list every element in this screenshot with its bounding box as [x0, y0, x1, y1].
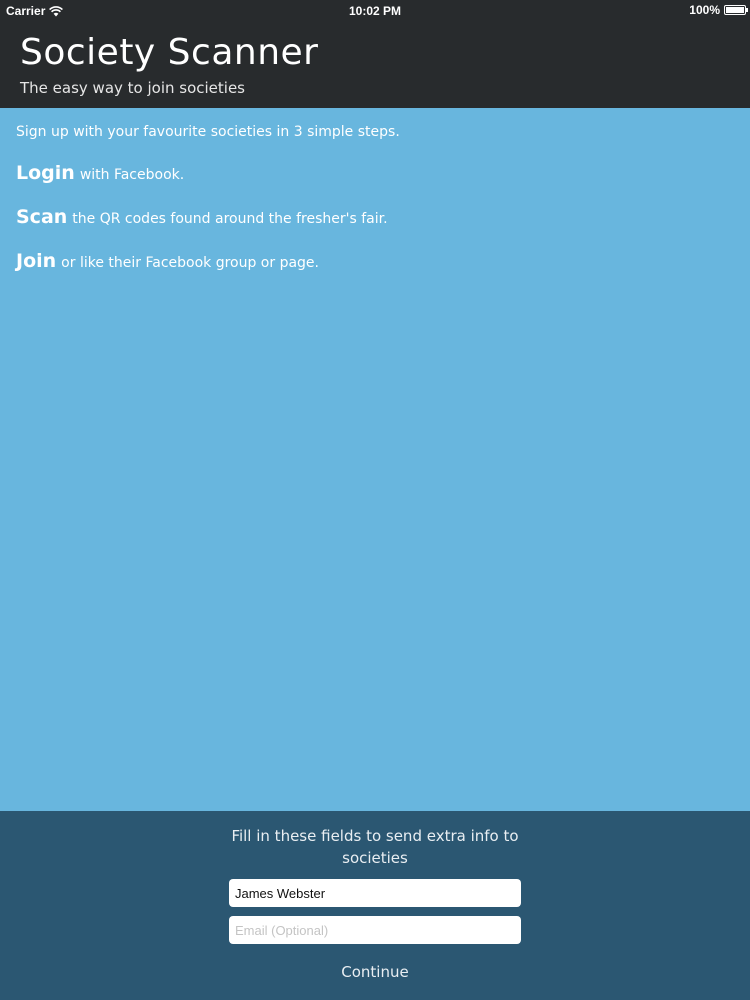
intro-text: Sign up with your favourite societies in…	[16, 124, 400, 140]
email-field[interactable]	[229, 916, 521, 944]
signup-form: Fill in these fields to send extra info …	[0, 811, 750, 1000]
step-text: with Facebook.	[79, 167, 185, 183]
app-header: Society Scanner The easy way to join soc…	[0, 22, 750, 108]
continue-button[interactable]: Continue	[300, 959, 450, 985]
battery-icon	[724, 5, 748, 15]
step-word: Join	[16, 250, 57, 272]
step-text: or like their Facebook group or page.	[61, 255, 319, 271]
instructions: Sign up with your favourite societies in…	[16, 124, 716, 294]
step-join: Join or like their Facebook group or page…	[16, 250, 716, 272]
name-field[interactable]	[229, 879, 521, 907]
form-prompt: Fill in these fields to send extra info …	[231, 827, 519, 867]
status-right: 100%	[689, 3, 748, 17]
step-word: Scan	[16, 206, 68, 228]
app-subtitle: The easy way to join societies	[20, 79, 245, 97]
status-time: 10:02 PM	[348, 4, 402, 18]
step-text: the QR codes found around the fresher's …	[72, 211, 388, 227]
app-title: Society Scanner	[20, 32, 319, 73]
step-login: Login with Facebook.	[16, 162, 716, 184]
step-scan: Scan the QR codes found around the freshe…	[16, 206, 716, 228]
battery-fill	[726, 7, 744, 13]
battery-percent: 100%	[689, 3, 720, 17]
step-word: Login	[16, 162, 75, 184]
status-bar: Carrier 10:02 PM 100%	[0, 0, 750, 22]
